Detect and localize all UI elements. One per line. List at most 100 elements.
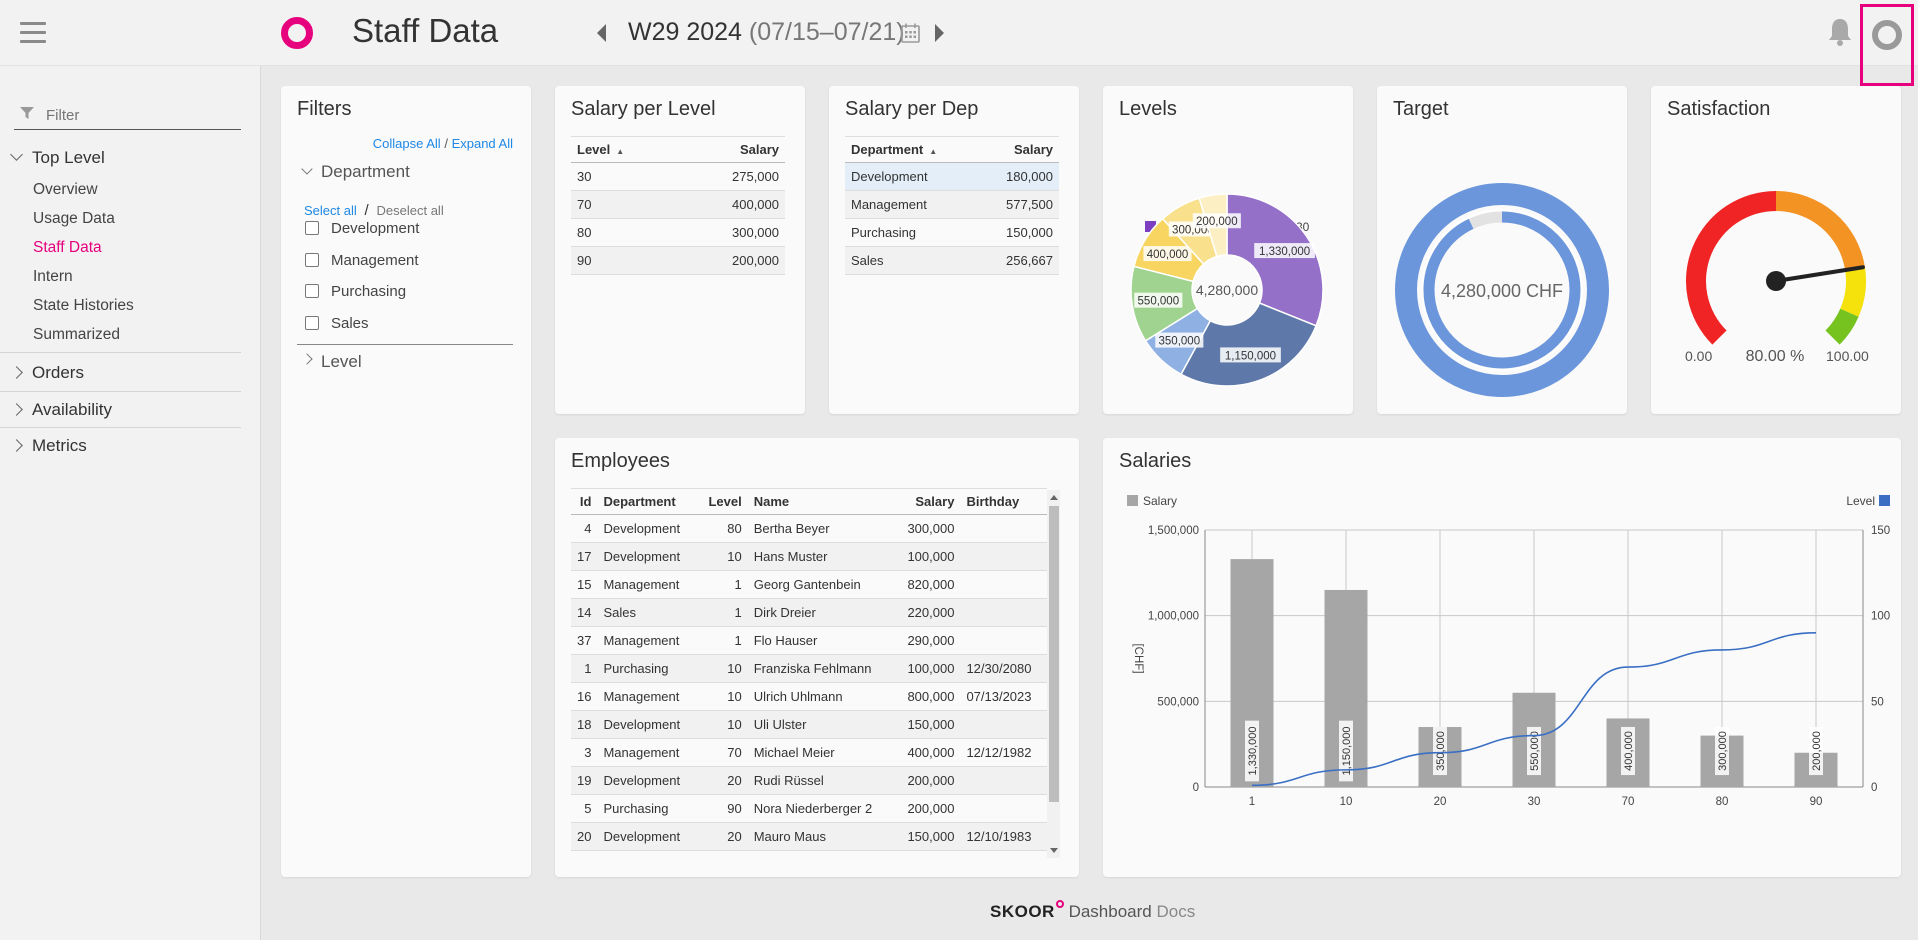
deselect-all-link[interactable]: Deselect all xyxy=(377,203,444,218)
tree-head-orders[interactable]: Orders xyxy=(0,356,241,390)
sidebar-filter[interactable] xyxy=(14,100,241,130)
tree-head-top-level[interactable]: Top Level xyxy=(0,141,241,175)
table-row[interactable]: 3 Management 70 Michael Meier 400,000 12/12/1… xyxy=(571,738,1047,767)
table-row[interactable]: 37 Management 1 Flo Hauser 290,000 xyxy=(571,626,1047,655)
footer: SKOOR Dashboard Docs xyxy=(990,900,1195,922)
chevron-left-icon[interactable] xyxy=(597,24,606,42)
table-row[interactable]: Purchasing 150,000 xyxy=(845,218,1059,247)
cell-birthday: 12/30/2080 xyxy=(960,654,1047,683)
checkbox-box[interactable] xyxy=(305,221,319,235)
table-row[interactable]: Sales 256,667 xyxy=(845,246,1059,275)
column-header-salary[interactable]: Salary xyxy=(678,136,785,163)
cell-birthday xyxy=(960,710,1047,739)
sidebar-item-staff-data[interactable]: Staff Data xyxy=(0,233,241,262)
cell-level: 90 xyxy=(571,246,679,275)
docs-link[interactable]: Docs xyxy=(1156,902,1195,921)
table-row[interactable]: 19 Development 20 Rudi Rüssel 200,000 xyxy=(571,766,1047,795)
checkbox-sales[interactable]: Sales xyxy=(305,315,369,332)
sort-asc-icon: ▲ xyxy=(616,147,625,156)
tree-head-availability[interactable]: Availability xyxy=(0,393,241,427)
column-header-id[interactable]: Id xyxy=(571,488,598,515)
column-header-level[interactable]: Level ▲ xyxy=(571,136,679,163)
cell-id: 18 xyxy=(571,710,598,739)
tree-group-top-level: Top Level Overview Usage Data Staff Data… xyxy=(0,141,241,349)
table-row[interactable]: 20 Development 20 Mauro Maus 150,000 12/10/19… xyxy=(571,822,1047,851)
checkbox-development[interactable]: Development xyxy=(305,220,419,237)
user-menu-button[interactable] xyxy=(1860,4,1914,86)
table-row[interactable]: 80 300,000 xyxy=(571,218,785,247)
filters-card: Filters Collapse All / Expand All Depart… xyxy=(281,86,531,877)
column-header-name[interactable]: Name xyxy=(747,488,895,515)
salaries-chart: Salary Level 0 500,000 1,000,000 1,500,000 0 50… xyxy=(1127,494,1890,808)
legend-item-level[interactable]: Level xyxy=(1846,494,1890,508)
menu-icon[interactable] xyxy=(20,22,46,44)
select-links: Select all / Deselect all xyxy=(304,202,444,219)
table-row[interactable]: 15 Management 1 Georg Gantenbein 820,000 xyxy=(571,570,1047,599)
user-icon xyxy=(1872,20,1902,50)
column-header-department[interactable]: Department xyxy=(597,488,697,515)
salary-per-dep-card: Salary per Dep Department ▲ Salary Develo… xyxy=(829,86,1079,414)
legend-item-salary[interactable]: Salary xyxy=(1127,494,1177,508)
table-row[interactable]: Management 577,500 xyxy=(845,190,1059,219)
divider xyxy=(0,391,241,392)
checkbox-label: Management xyxy=(331,252,419,269)
tree-head-metrics[interactable]: Metrics xyxy=(0,429,241,463)
cell-salary: 256,667 xyxy=(978,246,1059,275)
sidebar-filter-input[interactable] xyxy=(44,106,234,125)
checkbox-management[interactable]: Management xyxy=(305,252,419,269)
column-header-salary[interactable]: Salary xyxy=(978,136,1059,163)
table-row[interactable]: 16 Management 10 Ulrich Uhlmann 800,000 07/13… xyxy=(571,682,1047,711)
table-row[interactable]: 17 Development 10 Hans Muster 100,000 xyxy=(571,542,1047,571)
cell-salary: 200,000 xyxy=(894,794,961,823)
scroll-down-icon[interactable] xyxy=(1050,848,1058,853)
donut-center-label: 4,280,000 xyxy=(1196,282,1258,298)
chevron-right-icon[interactable] xyxy=(935,24,944,42)
checkbox-purchasing[interactable]: Purchasing xyxy=(305,283,406,300)
sidebar-item-usage-data[interactable]: Usage Data xyxy=(0,204,241,233)
collapse-all-link[interactable]: Collapse All xyxy=(373,136,441,151)
table-row[interactable]: 4 Development 80 Bertha Beyer 300,000 xyxy=(571,514,1047,543)
filter-group-level[interactable]: Level xyxy=(297,352,362,372)
sidebar-item-intern[interactable]: Intern xyxy=(0,262,241,291)
table-row[interactable]: 1 Purchasing 10 Franziska Fehlmann 100,000 12… xyxy=(571,654,1047,683)
scroll-up-icon[interactable] xyxy=(1050,495,1058,500)
sidebar-item-overview[interactable]: Overview xyxy=(0,175,241,204)
table-row[interactable]: 70 400,000 xyxy=(571,190,785,219)
column-header-department[interactable]: Department ▲ xyxy=(845,136,979,163)
table-row[interactable]: 14 Sales 1 Dirk Dreier 220,000 xyxy=(571,598,1047,627)
table-row[interactable]: 90 200,000 xyxy=(571,246,785,275)
bar-label-10: 1,150,000 xyxy=(1341,727,1353,776)
checkbox-box[interactable] xyxy=(305,253,319,267)
scroll-thumb[interactable] xyxy=(1049,506,1059,802)
table-row[interactable]: 30 275,000 xyxy=(571,162,785,191)
calendar-icon[interactable] xyxy=(901,23,920,43)
data-label-10: 1,150,000 xyxy=(1225,350,1276,362)
table-row[interactable]: 18 Development 10 Uli Ulster 150,000 xyxy=(571,710,1047,739)
select-all-link[interactable]: Select all xyxy=(304,203,357,218)
expand-all-link[interactable]: Expand All xyxy=(452,136,513,151)
data-label-90: 200,000 xyxy=(1196,216,1238,228)
employees-scrollbar[interactable] xyxy=(1047,490,1060,858)
checkbox-box[interactable] xyxy=(305,284,319,298)
tree-head-label: Top Level xyxy=(32,148,105,167)
table-row[interactable]: 5 Purchasing 90 Nora Niederberger 2 200,000 xyxy=(571,794,1047,823)
checkbox-box[interactable] xyxy=(305,316,319,330)
donut-slice-1[interactable] xyxy=(1226,193,1324,327)
cell-level: 20 xyxy=(696,822,748,851)
filter-group-department[interactable]: Department xyxy=(297,162,410,182)
week-range: (07/15–07/21) xyxy=(748,18,905,46)
column-header-birthday[interactable]: Birthday xyxy=(960,488,1047,515)
cell-salary: 150,000 xyxy=(894,710,961,739)
sidebar-item-state-histories[interactable]: State Histories xyxy=(0,291,241,320)
table-row[interactable]: Development 180,000 xyxy=(845,162,1059,191)
column-header-salary[interactable]: Salary xyxy=(894,488,961,515)
cell-level: 10 xyxy=(696,710,748,739)
gauge-band xyxy=(1776,191,1865,271)
chevron-down-icon xyxy=(301,163,313,175)
sidebar-item-summarized[interactable]: Summarized xyxy=(0,320,241,349)
bell-icon[interactable] xyxy=(1826,16,1854,48)
chevron-right-icon xyxy=(10,403,23,416)
cell-id: 1 xyxy=(571,654,598,683)
bar-label-70: 400,000 xyxy=(1623,731,1635,771)
column-header-level[interactable]: Level xyxy=(696,488,748,515)
